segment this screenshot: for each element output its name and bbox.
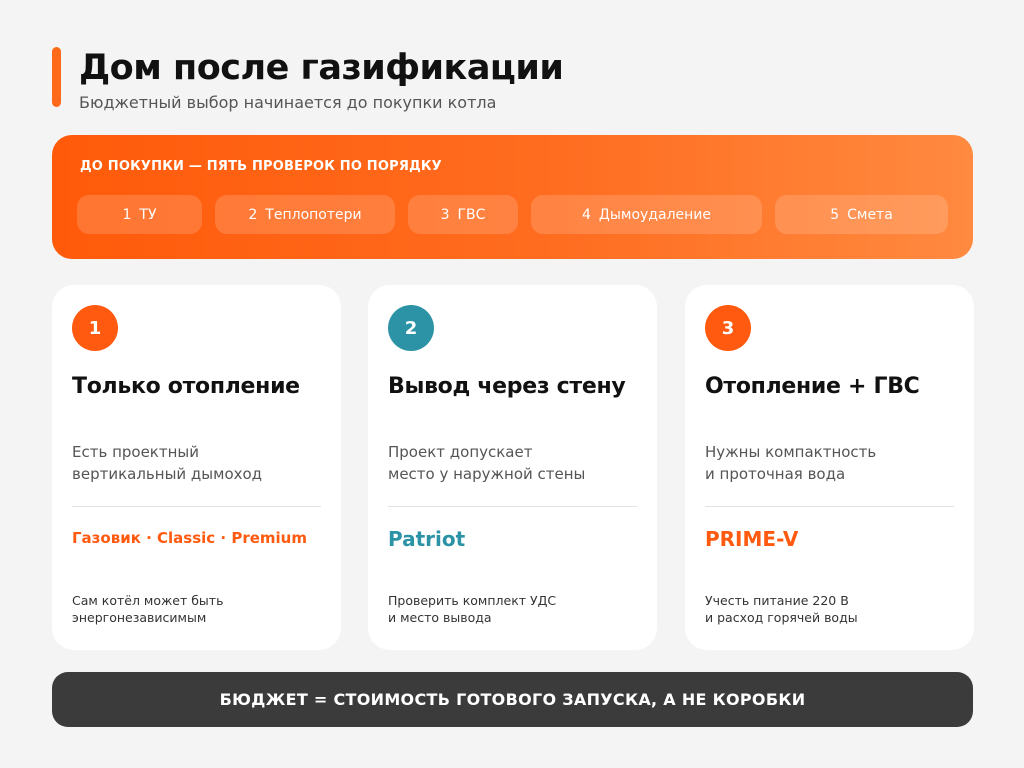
page-subtitle: Бюджетный выбор начинается до покупки ко… bbox=[79, 93, 497, 112]
option-number-badge: 3 bbox=[705, 305, 751, 351]
option-models: PRIME-V bbox=[705, 527, 799, 551]
page-title: Дом после газификации bbox=[79, 48, 564, 88]
option-note-line: Проверить комплект УДС bbox=[388, 593, 557, 608]
option-note-line: Учесть питание 220 В bbox=[705, 593, 849, 608]
check-number: 1 bbox=[122, 206, 132, 223]
check-number: 5 bbox=[830, 206, 840, 223]
card-divider bbox=[705, 506, 954, 507]
card-divider bbox=[388, 506, 637, 507]
option-models: Газовик · Classic · Premium bbox=[72, 529, 307, 547]
option-description: Есть проектный вертикальный дымоход bbox=[72, 441, 322, 485]
option-card-heating-only: 1 Только отопление Есть проектный вертик… bbox=[52, 285, 341, 650]
option-number-badge: 1 bbox=[72, 305, 118, 351]
check-label: Теплопотери bbox=[265, 206, 362, 223]
option-note-line: и расход горячей воды bbox=[705, 610, 858, 625]
option-models: Patriot bbox=[388, 527, 466, 551]
option-description: Нужны компактность и проточная вода bbox=[705, 441, 955, 485]
option-description-line: вертикальный дымоход bbox=[72, 465, 263, 483]
check-label: ТУ bbox=[139, 206, 157, 223]
budget-footer-banner: БЮДЖЕТ = СТОИМОСТЬ ГОТОВОГО ЗАПУСКА, А Н… bbox=[52, 672, 973, 727]
option-note: Проверить комплект УДС и место вывода bbox=[388, 592, 638, 626]
check-pill-tu: 1 ТУ bbox=[77, 195, 202, 234]
option-note: Учесть питание 220 В и расход горячей во… bbox=[705, 592, 955, 626]
check-label: Смета bbox=[847, 206, 893, 223]
option-description-line: Проект допускает bbox=[388, 443, 533, 461]
option-description-line: Нужны компактность bbox=[705, 443, 877, 461]
option-card-wall-flue: 2 Вывод через стену Проект допускает мес… bbox=[368, 285, 657, 650]
option-description-line: место у наружной стены bbox=[388, 465, 586, 483]
option-title: Вывод через стену bbox=[388, 374, 626, 399]
option-title: Отопление + ГВС bbox=[705, 374, 920, 399]
option-card-heating-gvs: 3 Отопление + ГВС Нужны компактность и п… bbox=[685, 285, 974, 650]
option-title: Только отопление bbox=[72, 374, 300, 399]
check-pill-estimate: 5 Смета bbox=[775, 195, 948, 234]
option-note-line: и место вывода bbox=[388, 610, 492, 625]
checks-heading: ДО ПОКУПКИ — ПЯТЬ ПРОВЕРОК ПО ПОРЯДКУ bbox=[80, 159, 442, 174]
card-divider bbox=[72, 506, 321, 507]
check-label: Дымоудаление bbox=[598, 206, 711, 223]
option-description: Проект допускает место у наружной стены bbox=[388, 441, 638, 485]
option-note-line: энергонезависимым bbox=[72, 610, 207, 625]
check-pill-heat-loss: 2 Теплопотери bbox=[215, 195, 395, 234]
check-label: ГВС bbox=[457, 206, 486, 223]
check-number: 2 bbox=[248, 206, 258, 223]
option-note-line: Сам котёл может быть bbox=[72, 593, 224, 608]
check-pill-gvs: 3 ГВС bbox=[408, 195, 518, 234]
option-number-badge: 2 bbox=[388, 305, 434, 351]
option-description-line: Есть проектный bbox=[72, 443, 200, 461]
option-note: Сам котёл может быть энергонезависимым bbox=[72, 592, 322, 626]
check-number: 3 bbox=[440, 206, 450, 223]
title-accent-bar bbox=[52, 47, 61, 107]
checks-panel: ДО ПОКУПКИ — ПЯТЬ ПРОВЕРОК ПО ПОРЯДКУ 1 … bbox=[52, 135, 973, 259]
check-pill-flue: 4 Дымоудаление bbox=[531, 195, 762, 234]
check-number: 4 bbox=[581, 206, 591, 223]
option-description-line: и проточная вода bbox=[705, 465, 846, 483]
